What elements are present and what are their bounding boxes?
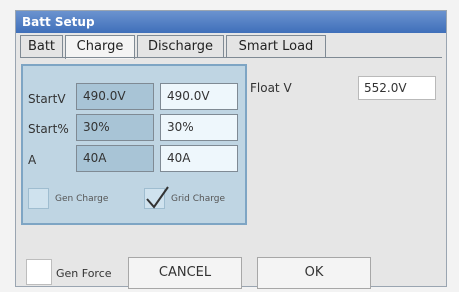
start-percent-current-field: 30%	[76, 114, 154, 141]
start-percent-input[interactable]: 30%	[160, 114, 238, 141]
tab-smart-load[interactable]: Smart Load	[226, 35, 326, 58]
charge-current-current-field: 40A	[76, 145, 154, 172]
tab-batt[interactable]: Batt	[20, 35, 63, 58]
cancel-button[interactable]: CANCEL	[128, 257, 242, 289]
start-voltage-current-field: 490.0V	[76, 83, 154, 110]
ok-button[interactable]: OK	[257, 257, 371, 289]
start-percent-label: Start%	[28, 122, 69, 136]
charge-current-label: A	[28, 153, 37, 167]
tab-divider	[20, 57, 442, 58]
tab-charge[interactable]: Charge	[65, 35, 135, 59]
charge-settings-group: StartV 490.0V 490.0V Start% 30% 30% A 40…	[21, 64, 247, 225]
gen-charge-label: Gen Charge	[55, 194, 109, 204]
float-voltage-label: Float V	[250, 81, 292, 95]
charge-current-input[interactable]: 40A	[160, 145, 238, 172]
start-voltage-label: StartV	[28, 92, 66, 106]
gen-force-label: Gen Force	[56, 267, 112, 280]
grid-charge-label: Grid Charge	[171, 194, 226, 204]
float-voltage-input[interactable]: 552.0V	[358, 76, 436, 100]
window-title: Batt Setup	[16, 11, 446, 33]
tab-discharge[interactable]: Discharge	[137, 35, 224, 58]
batt-setup-window: Batt Setup Batt Charge Discharge Smart L…	[15, 10, 447, 289]
checkmark-icon	[146, 186, 169, 209]
grid-charge-checkbox[interactable]	[144, 186, 169, 209]
gen-charge-checkbox[interactable]	[28, 188, 49, 209]
gen-force-checkbox[interactable]	[26, 259, 52, 285]
start-voltage-input[interactable]: 490.0V	[160, 83, 238, 110]
